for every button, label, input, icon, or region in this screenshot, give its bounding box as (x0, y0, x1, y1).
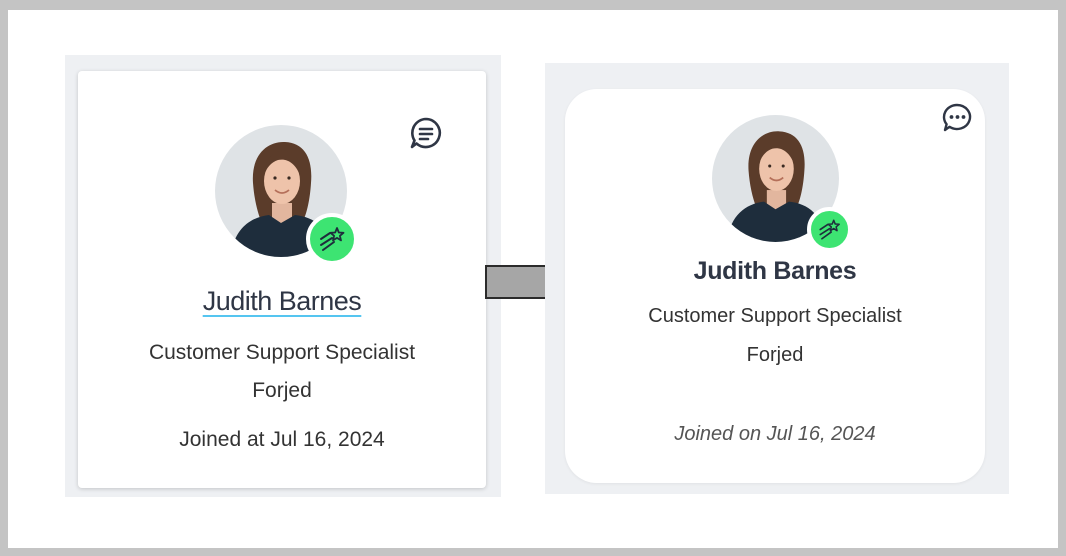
profile-name[interactable]: Judith Barnes (203, 286, 362, 316)
profile-name[interactable]: Judith Barnes (565, 257, 985, 286)
shooting-star-badge (306, 213, 358, 265)
job-title: Customer Support Specialist (148, 341, 416, 364)
message-icon[interactable] (407, 114, 445, 152)
shooting-star-icon (819, 219, 840, 240)
company-name: Forjed (746, 344, 804, 366)
profile-name-link[interactable]: Judith Barnes (78, 286, 486, 317)
job-title: Customer Support Specialist (648, 305, 902, 327)
joined-date: Joined on Jul 16, 2024 (674, 423, 876, 445)
shooting-star-icon (320, 227, 345, 251)
shooting-star-badge (807, 207, 852, 252)
joined-date: Joined at Jul 16, 2024 (179, 428, 385, 451)
chat-bubble-icon[interactable] (941, 102, 973, 134)
company-name: Forjed (252, 379, 312, 402)
